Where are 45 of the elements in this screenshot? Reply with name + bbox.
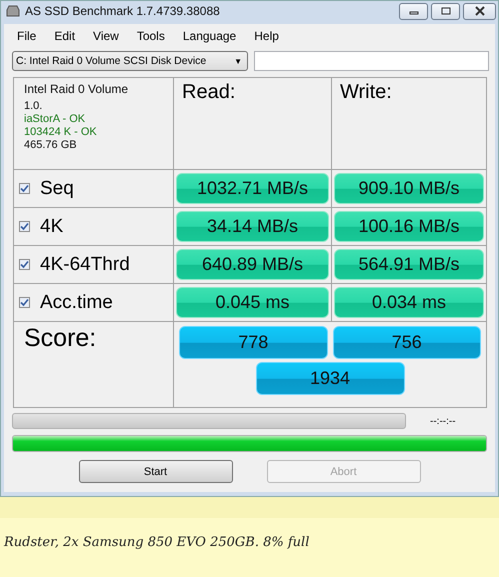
menu-item[interactable]: File [8,29,46,43]
drive-icon [5,5,21,17]
result-value: 0.045 ms [176,287,329,318]
drive-info-line: 103424 K - OK [24,126,98,139]
menu-item[interactable]: Help [245,29,288,43]
text-field[interactable] [254,51,489,71]
test-name: Seq [40,178,74,200]
maximize-icon [440,7,450,15]
result-value: 640.89 MB/s [176,249,329,280]
column-header: Write: [340,81,392,103]
close-button[interactable] [463,2,496,20]
drive-name: Intel Raid 0 Volume [24,82,130,96]
checkbox[interactable] [19,297,30,308]
score-value: 778 [179,326,328,359]
checkbox[interactable] [19,259,30,270]
result-value: 564.91 MB/s [334,249,484,280]
menu-item[interactable]: Language [174,29,246,43]
elapsed-time: --:--:-- [430,416,456,426]
result-value: 100.16 MB/s [334,211,484,242]
action-button[interactable]: Start [78,460,232,483]
result-value: 1032.71 MB/s [176,173,329,204]
minimize-button[interactable] [399,2,428,20]
column-header: Read: [182,81,236,103]
test-name: Acc.time [40,292,113,314]
menu-item[interactable]: View [84,29,128,43]
window-title: AS SSD Benchmark 1.7.4739.38088 [25,4,220,18]
drive-info-line: 465.76 GB [24,139,78,152]
result-value: 0.034 ms [334,287,484,318]
test-name: 4K [40,216,64,238]
result-value: 34.14 MB/s [176,211,329,242]
checkbox[interactable] [19,221,30,232]
close-icon [474,6,486,16]
maximize-button[interactable] [431,2,460,20]
menu-item[interactable]: Tools [128,29,174,43]
score-value: 756 [332,326,481,359]
total-score: 1934 [256,362,404,395]
caption-text: Rudster, 2x Samsung 850 EVO 250GB. 8% full [4,535,310,550]
score-label: Score: [24,324,96,352]
drive-info-line: 1.0. [24,100,44,113]
menu-item[interactable]: Edit [45,29,84,43]
test-name: 4K-64Thrd [40,254,130,276]
drive-info-line: iaStorA - OK [24,113,86,126]
checkbox[interactable] [19,183,30,194]
drive-dropdown[interactable]: C: Intel Raid 0 Volume SCSI Disk Device ▼ [12,51,248,71]
result-value: 909.10 MB/s [334,173,484,204]
